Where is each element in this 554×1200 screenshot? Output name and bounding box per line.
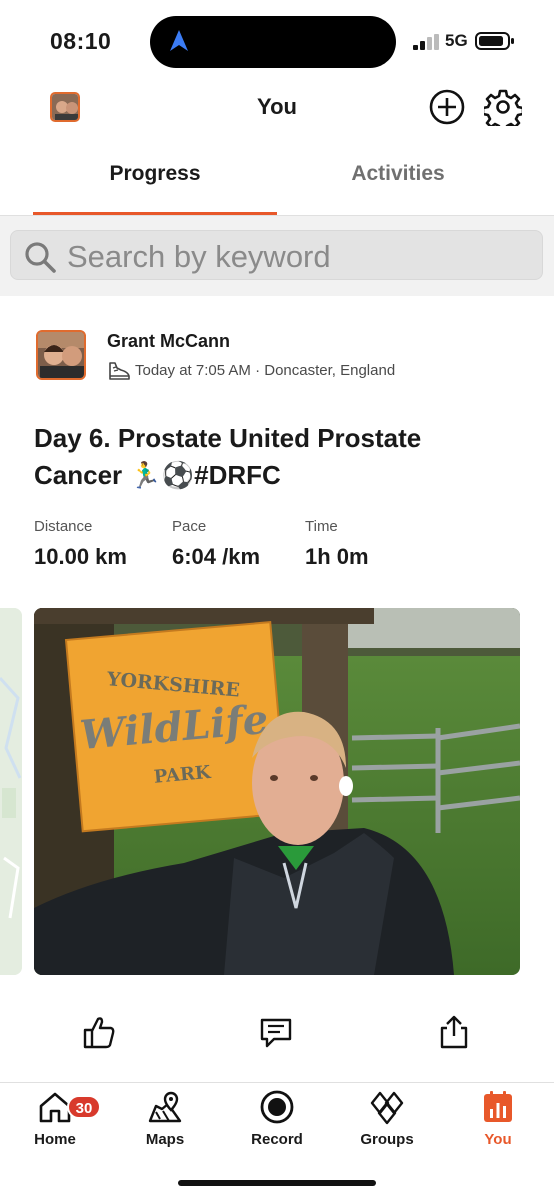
activity-title[interactable]: Day 6. Prostate United Prostate Cancer 🏃…	[34, 420, 514, 494]
nav-maps[interactable]: Maps	[125, 1089, 205, 1159]
stat-time: Time 1h 0m	[305, 518, 369, 570]
stat-distance: Distance 10.00 km	[34, 518, 127, 570]
tab-activities[interactable]: Activities	[276, 162, 520, 186]
page-title: You	[257, 94, 297, 119]
status-bar: 08:10 5G	[0, 0, 554, 84]
athlete-name[interactable]: Grant McCann	[107, 331, 230, 352]
stat-value: 10.00 km	[34, 544, 127, 569]
notification-badge: 30	[67, 1095, 101, 1119]
comment-icon[interactable]	[259, 1014, 293, 1050]
thumbs-up-icon[interactable]	[82, 1014, 116, 1050]
search-placeholder: Search by keyword	[67, 239, 331, 274]
route-map-preview[interactable]	[0, 608, 22, 975]
nav-label: You	[484, 1131, 512, 1148]
athlete-avatar[interactable]	[36, 330, 86, 380]
map-icon	[148, 1091, 182, 1123]
nav-record[interactable]: Record	[237, 1089, 317, 1159]
nav-label: Groups	[360, 1131, 414, 1148]
app-header: You	[0, 84, 554, 134]
nav-you[interactable]: You	[458, 1089, 538, 1159]
battery-icon	[475, 32, 514, 50]
nav-label: Record	[251, 1131, 303, 1148]
stat-label: Distance	[34, 518, 93, 535]
shoe-icon	[109, 362, 130, 380]
network-type: 5G	[445, 31, 468, 50]
cellular-signal-icon	[413, 34, 439, 50]
nav-label: Home	[34, 1131, 76, 1148]
status-time: 08:10	[50, 28, 112, 54]
home-indicator	[178, 1180, 376, 1186]
tab-progress[interactable]: Progress	[33, 162, 277, 186]
stat-label: Time	[305, 518, 338, 535]
active-tab-indicator	[33, 212, 277, 215]
search-icon	[25, 242, 56, 273]
groups-icon	[370, 1091, 404, 1125]
tab-bar: Progress Activities	[0, 148, 554, 216]
dynamic-island	[150, 16, 396, 68]
share-icon[interactable]	[437, 1014, 471, 1050]
you-icon	[484, 1091, 512, 1122]
stat-value: 1h 0m	[305, 544, 369, 569]
location-arrow-icon	[170, 30, 188, 51]
activity-photo[interactable]: YORKSHIRE WildLife PARK	[34, 608, 520, 975]
stat-label: Pace	[172, 518, 207, 535]
nav-home[interactable]: Home 30	[15, 1089, 101, 1159]
search-section: Search by keyword	[0, 216, 554, 296]
activity-time-location: Today at 7:05 AM · Doncaster, England	[135, 362, 396, 379]
stat-pace: Pace 6:04 /km	[172, 518, 260, 570]
nav-groups[interactable]: Groups	[347, 1089, 427, 1159]
search-input[interactable]: Search by keyword	[10, 230, 543, 280]
add-icon[interactable]	[428, 88, 466, 126]
stat-value: 6:04 /km	[172, 544, 261, 569]
record-icon	[260, 1090, 294, 1124]
gear-icon[interactable]	[484, 88, 522, 126]
nav-label: Maps	[145, 1131, 185, 1148]
